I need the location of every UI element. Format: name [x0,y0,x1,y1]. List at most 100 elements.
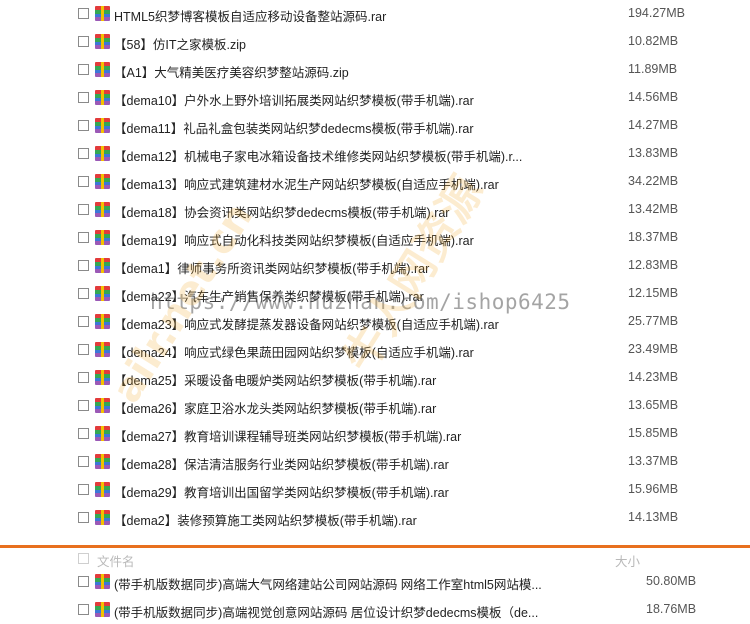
file-name[interactable]: 【dema24】响应式绿色果蔬田园网站织梦模板(自适应手机端).rar [114,342,474,361]
file-row[interactable]: 【dema23】响应式发酵提蒸发器设备网站织梦模板(自适应手机端).rar 25.… [0,308,750,336]
file-checkbox[interactable] [78,288,89,299]
file-size: 11.89MB [628,62,678,76]
file-name[interactable]: 【dema25】采暖设备电暖炉类网站织梦模板(带手机端).rar [114,370,436,389]
file-name[interactable]: 【dema27】教育培训课程辅导班类网站织梦模板(带手机端).rar [114,426,461,445]
file-size: 12.15MB [628,286,679,300]
file-size: 194.27MB [628,6,685,20]
file-list: HTML5织梦博客模板自适应移动设备整站源码.rar 194.27MB 【58】仿I… [0,0,750,532]
bottom-file-list: (带手机版数据同步)高端大气网络建站公司网站源码 网络工作室html5网站模..… [0,568,750,624]
file-row[interactable]: 【dema13】响应式建筑建材水泥生产网站织梦模板(自适应手机端).rar 34.… [0,168,750,196]
file-checkbox[interactable] [78,232,89,243]
archive-file-icon [95,118,110,133]
file-size: 18.37MB [628,230,679,244]
file-row[interactable]: 【dema18】协会资讯类网站织梦dedecms模板(带手机端).rar 13.4… [0,196,750,224]
file-name[interactable]: 【dema2】装修预算施工类网站织梦模板(带手机端).rar [114,510,417,529]
file-size: 13.65MB [628,398,679,412]
file-row[interactable]: 【dema10】户外水上野外培训拓展类网站织梦模板(带手机端).rar 14.56… [0,84,750,112]
file-name[interactable]: 【dema13】响应式建筑建材水泥生产网站织梦模板(自适应手机端).rar [114,174,499,193]
file-name[interactable]: 【dema12】机械电子家电冰箱设备技术维修类网站织梦模板(带手机端).r... [114,146,522,165]
file-checkbox[interactable] [78,512,89,523]
file-size: 23.49MB [628,342,679,356]
file-size: 15.96MB [628,482,679,496]
file-size: 14.13MB [628,510,679,524]
file-size: 13.83MB [628,146,679,160]
file-size: 14.23MB [628,370,679,384]
file-name[interactable]: 【dema10】户外水上野外培训拓展类网站织梦模板(带手机端).rar [114,90,474,109]
archive-file-icon [95,230,110,245]
file-checkbox[interactable] [78,344,89,355]
file-name[interactable]: 【dema28】保洁清洁服务行业类网站织梦模板(带手机端).rar [114,454,449,473]
file-row[interactable]: 【dema22】汽车生产销售保养类织梦模板(带手机端).rar 12.15MB [0,280,750,308]
archive-file-icon [95,62,110,77]
archive-file-icon [95,90,110,105]
archive-file-icon [95,426,110,441]
file-checkbox[interactable] [78,576,89,587]
file-name[interactable]: HTML5织梦博客模板自适应移动设备整站源码.rar [114,6,386,25]
file-size: 10.82MB [628,34,679,48]
file-row[interactable]: (带手机版数据同步)高端视觉创意网站源码 居位设计织梦dedecms模板（de.… [0,596,750,624]
file-checkbox[interactable] [78,176,89,187]
file-size: 13.42MB [628,202,679,216]
archive-file-icon [95,602,110,617]
file-checkbox[interactable] [78,64,89,75]
file-row[interactable]: 【dema25】采暖设备电暖炉类网站织梦模板(带手机端).rar 14.23MB [0,364,750,392]
file-checkbox[interactable] [78,120,89,131]
file-size: 12.83MB [628,258,679,272]
file-checkbox[interactable] [78,92,89,103]
file-name[interactable]: (带手机版数据同步)高端视觉创意网站源码 居位设计织梦dedecms模板（de.… [114,602,538,621]
file-checkbox[interactable] [78,36,89,47]
file-size: 25.77MB [628,314,679,328]
file-size: 18.76MB [646,602,697,616]
file-row[interactable]: 【dema29】教育培训出国留学类网站织梦模板(带手机端).rar 15.96MB [0,476,750,504]
archive-file-icon [95,342,110,357]
file-checkbox[interactable] [78,428,89,439]
file-name[interactable]: 【dema11】礼品礼盒包装类网站织梦dedecms模板(带手机端).rar [114,118,474,137]
file-name[interactable]: 【dema26】家庭卫浴水龙头类网站织梦模板(带手机端).rar [114,398,436,417]
archive-file-icon [95,6,110,21]
file-name[interactable]: 【A1】大气精美医疗美容织梦整站源码.zip [114,62,349,81]
file-name[interactable]: 【dema23】响应式发酵提蒸发器设备网站织梦模板(自适应手机端).rar [114,314,499,333]
file-checkbox[interactable] [78,372,89,383]
archive-file-icon [95,202,110,217]
file-size: 13.37MB [628,454,679,468]
file-checkbox[interactable] [78,604,89,615]
file-name[interactable]: 【dema1】律师事务所资讯类网站织梦模板(带手机端).rar [114,258,429,277]
file-row[interactable]: 【dema12】机械电子家电冰箱设备技术维修类网站织梦模板(带手机端).r...… [0,140,750,168]
file-row[interactable]: 【dema2】装修预算施工类网站织梦模板(带手机端).rar 14.13MB [0,504,750,532]
file-name[interactable]: 【dema18】协会资讯类网站织梦dedecms模板(带手机端).rar [114,202,449,221]
file-name[interactable]: 【dema22】汽车生产销售保养类织梦模板(带手机端).rar [114,286,424,305]
file-checkbox[interactable] [78,8,89,19]
file-checkbox[interactable] [78,400,89,411]
file-row[interactable]: 【58】仿IT之家模板.zip 10.82MB [0,28,750,56]
file-size: 50.80MB [646,574,697,588]
archive-file-icon [95,34,110,49]
file-checkbox[interactable] [78,148,89,159]
file-row[interactable]: 【dema28】保洁清洁服务行业类网站织梦模板(带手机端).rar 13.37MB [0,448,750,476]
archive-file-icon [95,286,110,301]
file-row[interactable]: (带手机版数据同步)高端大气网络建站公司网站源码 网络工作室html5网站模..… [0,568,750,596]
archive-file-icon [95,482,110,497]
file-name[interactable]: (带手机版数据同步)高端大气网络建站公司网站源码 网络工作室html5网站模..… [114,574,542,593]
file-checkbox[interactable] [78,456,89,467]
file-name[interactable]: 【dema19】响应式自动化科技类网站织梦模板(自适应手机端).rar [114,230,474,249]
archive-file-icon [95,454,110,469]
file-name[interactable]: 【dema29】教育培训出国留学类网站织梦模板(带手机端).rar [114,482,449,501]
file-row[interactable]: 【A1】大气精美医疗美容织梦整站源码.zip 11.89MB [0,56,750,84]
column-header: 文件名 大小 [0,548,750,569]
file-name[interactable]: 【58】仿IT之家模板.zip [114,34,246,53]
file-row[interactable]: 【dema1】律师事务所资讯类网站织梦模板(带手机端).rar 12.83MB [0,252,750,280]
file-size: 15.85MB [628,426,679,440]
file-row[interactable]: 【dema27】教育培训课程辅导班类网站织梦模板(带手机端).rar 15.85M… [0,420,750,448]
select-all-checkbox[interactable] [78,553,89,564]
file-row[interactable]: 【dema24】响应式绿色果蔬田园网站织梦模板(自适应手机端).rar 23.49… [0,336,750,364]
file-row[interactable]: 【dema19】响应式自动化科技类网站织梦模板(自适应手机端).rar 18.37… [0,224,750,252]
file-checkbox[interactable] [78,204,89,215]
file-size: 34.22MB [628,174,679,188]
file-checkbox[interactable] [78,316,89,327]
file-row[interactable]: HTML5织梦博客模板自适应移动设备整站源码.rar 194.27MB [0,0,750,28]
file-row[interactable]: 【dema26】家庭卫浴水龙头类网站织梦模板(带手机端).rar 13.65MB [0,392,750,420]
file-checkbox[interactable] [78,260,89,271]
file-row[interactable]: 【dema11】礼品礼盒包装类网站织梦dedecms模板(带手机端).rar 14… [0,112,750,140]
archive-file-icon [95,398,110,413]
file-checkbox[interactable] [78,484,89,495]
